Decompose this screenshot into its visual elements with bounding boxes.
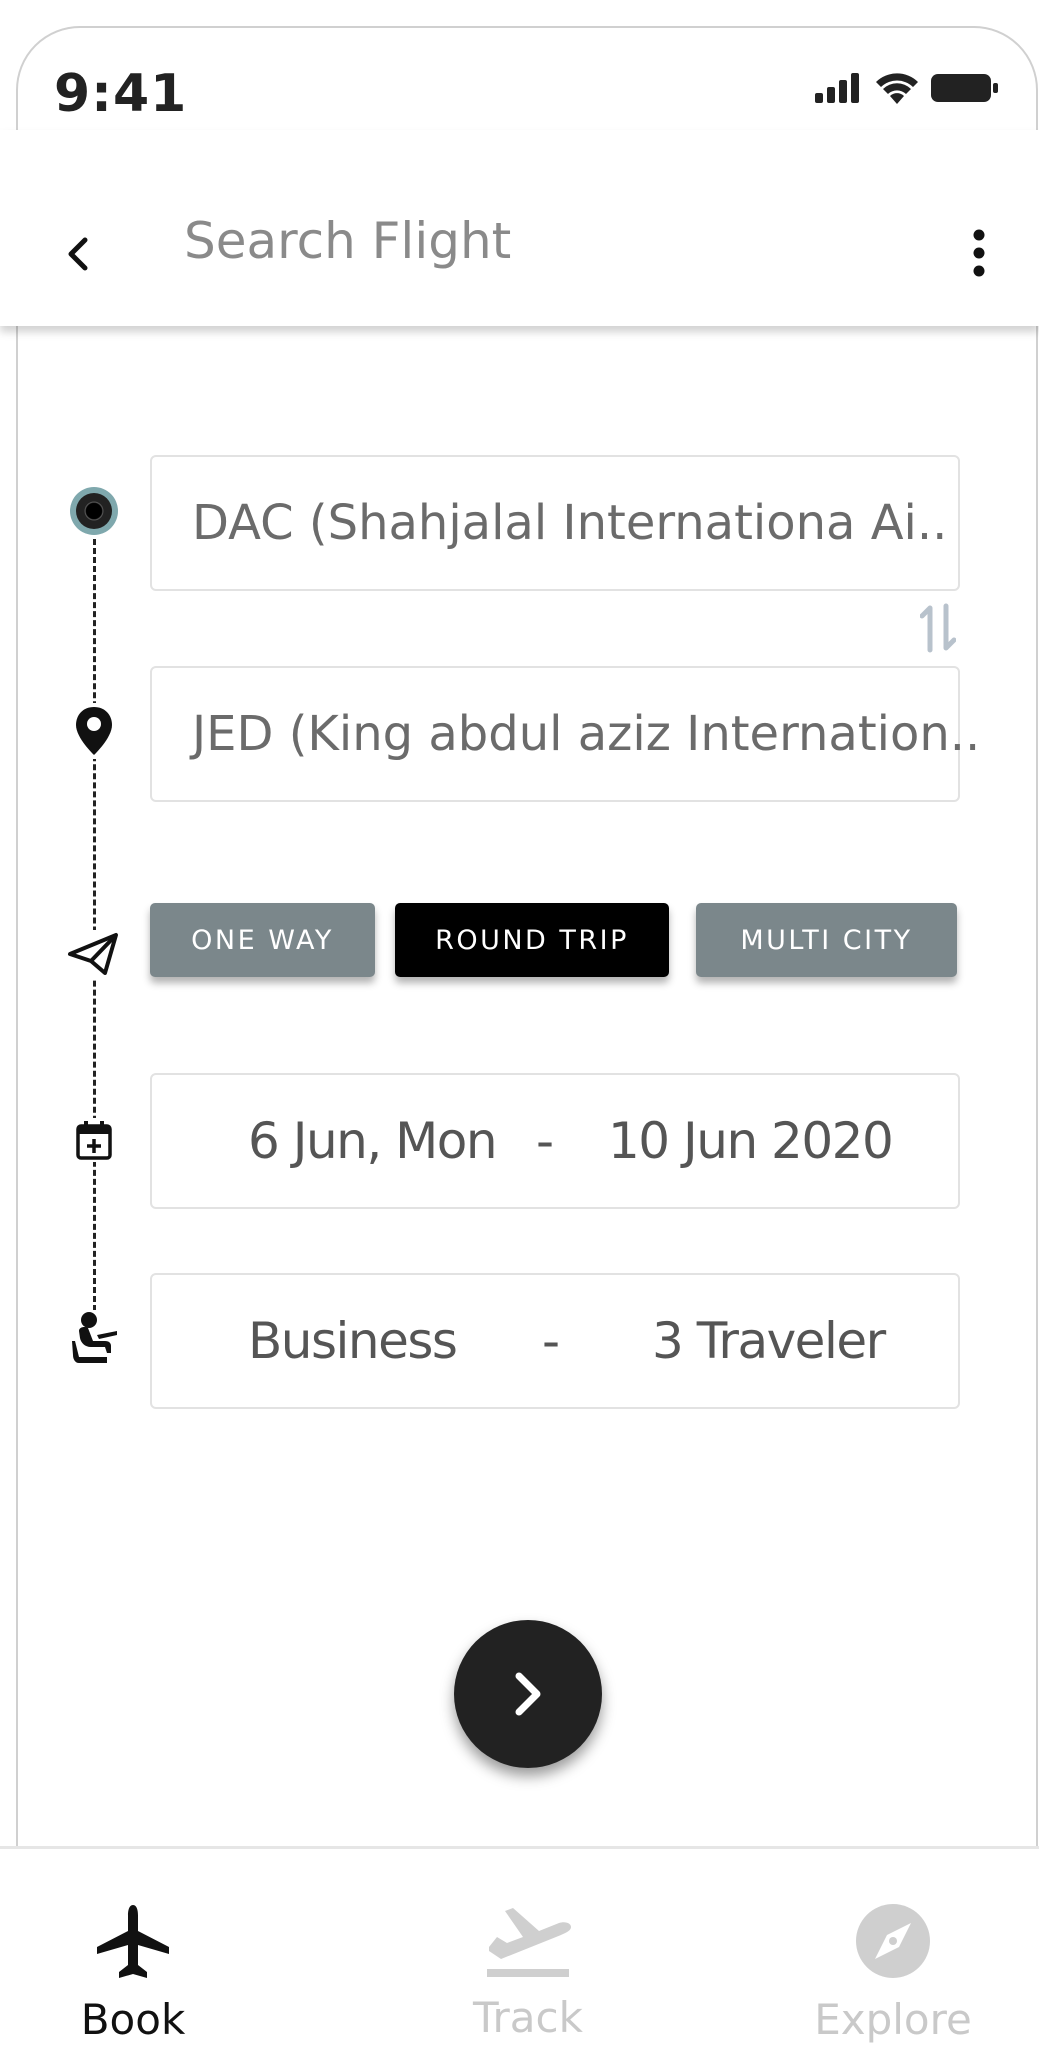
seated-passenger-icon	[70, 1310, 122, 1368]
status-time: 9:41	[54, 64, 188, 124]
compass-icon	[856, 1904, 930, 1978]
destination-airport-text: JED (King abdul aziz Internation..	[192, 706, 981, 762]
return-date: 10 Jun 2020	[608, 1112, 894, 1170]
more-vertical-icon	[973, 229, 985, 277]
chevron-right-icon	[515, 1672, 541, 1716]
route-timeline-line	[93, 530, 96, 1320]
bottom-navigation: Book Track Explore	[0, 1846, 1039, 2063]
cabin-travelers-field[interactable]: Business - 3 Traveler	[150, 1273, 960, 1409]
paper-plane-icon	[66, 930, 120, 978]
next-button[interactable]	[454, 1620, 602, 1768]
app-bar: Search Flight	[0, 130, 1039, 326]
cabin-separator: -	[542, 1312, 560, 1370]
nav-label-explore: Explore	[814, 1995, 972, 2044]
flight-takeoff-icon	[487, 1908, 571, 1977]
chevron-left-icon	[68, 237, 88, 271]
date-separator: -	[536, 1112, 554, 1170]
cabin-class: Business	[248, 1312, 458, 1370]
nav-label-book: Book	[80, 1995, 186, 2044]
trip-type-round-trip-button[interactable]: ROUND TRIP	[395, 903, 669, 977]
battery-icon	[931, 74, 998, 102]
origin-airport-field[interactable]: DAC (Shahjalal Internationa Ai..	[150, 455, 960, 591]
back-button[interactable]	[56, 228, 100, 280]
destination-airport-field[interactable]: JED (King abdul aziz Internation..	[150, 666, 980, 802]
origin-airport-text: DAC (Shahjalal Internationa Ai..	[192, 495, 948, 551]
origin-dot-icon	[68, 485, 120, 537]
location-pin-icon	[72, 703, 116, 759]
depart-date: 6 Jun, Mon	[248, 1112, 498, 1170]
trip-type-multi-city-button[interactable]: MULTI CITY	[696, 903, 957, 977]
wifi-icon	[876, 73, 918, 104]
nav-label-track: Track	[473, 1993, 583, 2042]
nav-item-explore[interactable]: Explore	[793, 1849, 993, 2063]
signal-icon	[815, 73, 859, 103]
status-icons	[815, 72, 999, 104]
swap-airports-button[interactable]	[919, 602, 957, 654]
nav-item-book[interactable]: Book	[33, 1849, 233, 2063]
travel-dates-field[interactable]: 6 Jun, Mon - 10 Jun 2020	[150, 1073, 960, 1209]
nav-item-track[interactable]: Track	[428, 1849, 628, 2063]
calendar-add-icon	[74, 1118, 114, 1162]
traveler-count: 3 Traveler	[652, 1312, 886, 1370]
airplane-icon	[97, 1905, 169, 1978]
trip-type-one-way-button[interactable]: ONE WAY	[150, 903, 375, 977]
more-options-button[interactable]	[964, 222, 994, 284]
page-title: Search Flight	[184, 212, 512, 270]
swap-icon	[919, 603, 957, 653]
